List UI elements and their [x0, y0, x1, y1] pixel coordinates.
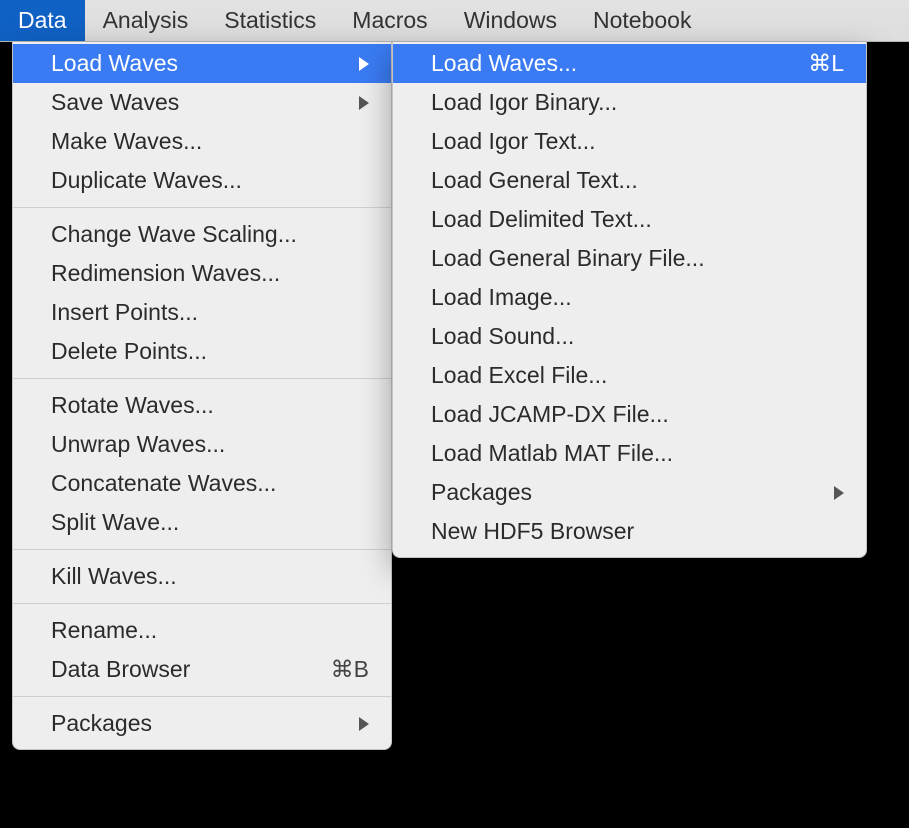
chevron-right-icon: [834, 486, 844, 500]
menubar-item-notebook[interactable]: Notebook: [575, 0, 709, 41]
submenu-item-load-igor-binary[interactable]: Load Igor Binary...: [393, 83, 866, 122]
submenu-item-load-excel-file[interactable]: Load Excel File...: [393, 356, 866, 395]
submenu-item-load-waves[interactable]: Load Waves...⌘L: [393, 44, 866, 83]
chevron-right-icon: [359, 57, 369, 71]
submenu-item-load-image[interactable]: Load Image...: [393, 278, 866, 317]
submenu-item-label: Load Sound...: [431, 323, 844, 350]
menubar-item-label: Analysis: [103, 7, 189, 34]
chevron-right-icon: [359, 96, 369, 110]
submenu-item-packages[interactable]: Packages: [393, 473, 866, 512]
submenu-item-label: Load JCAMP-DX File...: [431, 401, 844, 428]
menu-item-make-waves[interactable]: Make Waves...: [13, 122, 391, 161]
menu-item-unwrap-waves[interactable]: Unwrap Waves...: [13, 425, 391, 464]
menu-item-save-waves[interactable]: Save Waves: [13, 83, 391, 122]
menubar-item-macros[interactable]: Macros: [334, 0, 445, 41]
menu-item-change-wave-scaling[interactable]: Change Wave Scaling...: [13, 215, 391, 254]
submenu-item-label: Load General Binary File...: [431, 245, 844, 272]
menu-separator: [13, 549, 391, 550]
menu-separator: [13, 207, 391, 208]
menubar-item-analysis[interactable]: Analysis: [85, 0, 207, 41]
menubar-item-statistics[interactable]: Statistics: [206, 0, 334, 41]
menu-item-label: Change Wave Scaling...: [51, 221, 369, 248]
submenu-item-load-matlab-mat-file[interactable]: Load Matlab MAT File...: [393, 434, 866, 473]
menu-item-shortcut: ⌘B: [331, 656, 369, 683]
menu-item-label: Redimension Waves...: [51, 260, 369, 287]
data-menu-dropdown: Load Waves Save Waves Make Waves... Duplica…: [12, 42, 392, 750]
submenu-item-shortcut: ⌘L: [808, 50, 844, 77]
menu-item-label: Rotate Waves...: [51, 392, 369, 419]
menu-item-label: Duplicate Waves...: [51, 167, 369, 194]
menu-item-label: Insert Points...: [51, 299, 369, 326]
menu-item-redimension-waves[interactable]: Redimension Waves...: [13, 254, 391, 293]
menu-item-rotate-waves[interactable]: Rotate Waves...: [13, 386, 391, 425]
chevron-right-icon: [359, 717, 369, 731]
menu-item-label: Make Waves...: [51, 128, 369, 155]
menu-item-label: Delete Points...: [51, 338, 369, 365]
menu-item-label: Concatenate Waves...: [51, 470, 369, 497]
menu-item-label: Save Waves: [51, 89, 351, 116]
submenu-item-load-sound[interactable]: Load Sound...: [393, 317, 866, 356]
menu-item-label: Data Browser: [51, 656, 331, 683]
menubar: Data Analysis Statistics Macros Windows Noteb…: [0, 0, 909, 42]
menubar-item-label: Statistics: [224, 7, 316, 34]
menu-item-duplicate-waves[interactable]: Duplicate Waves...: [13, 161, 391, 200]
submenu-item-label: Load Image...: [431, 284, 844, 311]
submenu-item-load-general-text[interactable]: Load General Text...: [393, 161, 866, 200]
submenu-item-label: Packages: [431, 479, 826, 506]
menu-item-label: Unwrap Waves...: [51, 431, 369, 458]
submenu-item-label: Load Waves...: [431, 50, 808, 77]
menu-item-split-wave[interactable]: Split Wave...: [13, 503, 391, 542]
menu-item-label: Kill Waves...: [51, 563, 369, 590]
menu-item-kill-waves[interactable]: Kill Waves...: [13, 557, 391, 596]
submenu-item-label: Load General Text...: [431, 167, 844, 194]
menubar-item-label: Data: [18, 7, 67, 34]
submenu-item-label: New HDF5 Browser: [431, 518, 844, 545]
menu-separator: [13, 603, 391, 604]
submenu-item-load-general-binary-file[interactable]: Load General Binary File...: [393, 239, 866, 278]
menu-item-data-browser[interactable]: Data Browser⌘B: [13, 650, 391, 689]
submenu-item-label: Load Excel File...: [431, 362, 844, 389]
submenu-item-load-jcamp-dx-file[interactable]: Load JCAMP-DX File...: [393, 395, 866, 434]
menubar-item-windows[interactable]: Windows: [446, 0, 575, 41]
menu-separator: [13, 696, 391, 697]
menubar-item-label: Notebook: [593, 7, 691, 34]
menu-item-label: Rename...: [51, 617, 369, 644]
menubar-item-label: Macros: [352, 7, 427, 34]
menu-item-load-waves[interactable]: Load Waves: [13, 44, 391, 83]
submenu-item-label: Load Matlab MAT File...: [431, 440, 844, 467]
menu-item-insert-points[interactable]: Insert Points...: [13, 293, 391, 332]
menu-item-rename[interactable]: Rename...: [13, 611, 391, 650]
submenu-item-label: Load Igor Binary...: [431, 89, 844, 116]
submenu-item-load-delimited-text[interactable]: Load Delimited Text...: [393, 200, 866, 239]
submenu-item-label: Load Delimited Text...: [431, 206, 844, 233]
menubar-item-label: Windows: [464, 7, 557, 34]
submenu-item-load-igor-text[interactable]: Load Igor Text...: [393, 122, 866, 161]
submenu-item-new-hdf5-browser[interactable]: New HDF5 Browser: [393, 512, 866, 551]
menu-item-label: Packages: [51, 710, 351, 737]
submenu-item-label: Load Igor Text...: [431, 128, 844, 155]
menu-item-delete-points[interactable]: Delete Points...: [13, 332, 391, 371]
menubar-item-data[interactable]: Data: [0, 0, 85, 41]
menu-item-concatenate-waves[interactable]: Concatenate Waves...: [13, 464, 391, 503]
menu-separator: [13, 378, 391, 379]
menu-item-label: Split Wave...: [51, 509, 369, 536]
menu-item-label: Load Waves: [51, 50, 351, 77]
load-waves-submenu: Load Waves...⌘L Load Igor Binary... Load I…: [392, 42, 867, 558]
menu-item-packages[interactable]: Packages: [13, 704, 391, 743]
